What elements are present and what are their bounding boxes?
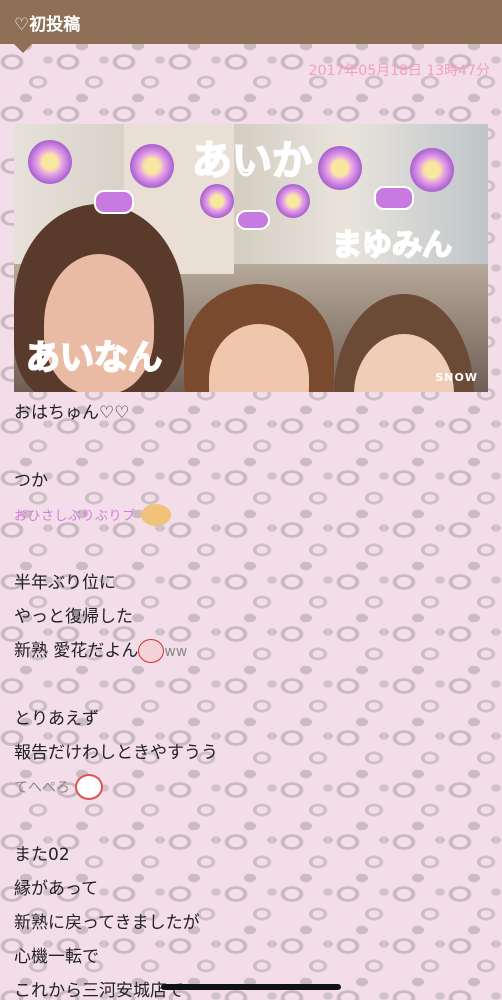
tehepero-text: てへぺろ	[14, 780, 70, 796]
post-header: ♡初投稿	[0, 0, 502, 44]
body-text: 新熟 愛花だよん	[14, 641, 139, 661]
body-line	[14, 430, 484, 464]
sticker-aika: あいか	[191, 137, 313, 185]
header-notch	[14, 44, 32, 53]
body-line: おはちゅん♡♡	[14, 403, 130, 423]
home-indicator[interactable]	[161, 984, 341, 990]
body-line: 報告だけわしときやすうう	[14, 743, 218, 763]
snow-watermark: SNOW	[435, 371, 478, 384]
ears-left-2	[130, 144, 174, 188]
body-line: とりあえず	[14, 709, 99, 729]
post-title: ♡初投稿	[14, 14, 81, 35]
sticker-mayumin: まゆみん	[331, 227, 453, 264]
body-line	[14, 532, 484, 566]
body-line: 半年ぶり位に	[14, 573, 116, 593]
body-line: 心機一転で	[14, 947, 99, 967]
post-date: 2017年05月18日 13時47分	[308, 63, 490, 79]
ears-right-2	[410, 148, 454, 192]
post-body: おはちゅん♡♡ つか おひさしぶりぶりブ 半年ぶり位に やっと復帰した 新熟 愛…	[14, 396, 484, 1000]
body-line: 新熟に戻ってきましたが	[14, 913, 200, 933]
body-line: やっと復帰した	[14, 607, 133, 627]
bow-mid	[236, 210, 270, 230]
ears-left-1	[28, 140, 72, 184]
body-line	[14, 804, 484, 838]
post-photo[interactable]: あいか まゆみん あいなん SNOW	[14, 124, 488, 392]
bow-left	[94, 190, 134, 214]
ears-mid-2	[276, 184, 310, 218]
body-line-deco: おひさしぶりぶりブ	[14, 498, 484, 532]
deco-text: おひさしぶりぶりブ	[14, 509, 136, 524]
body-line: つか	[14, 471, 48, 491]
dog-emoji-icon	[140, 504, 171, 526]
ears-right-1	[318, 146, 362, 190]
bow-right	[374, 186, 414, 210]
sticker-ainan: あいなん	[25, 337, 163, 379]
bear-emoji-icon	[138, 639, 165, 663]
body-line: また02	[14, 845, 70, 865]
face-emoji-icon	[75, 774, 104, 800]
body-line-with-emoji: 新熟 愛花だよん ww	[14, 634, 484, 668]
body-line-deco: てへぺろ	[14, 770, 484, 804]
ww-text: ww	[164, 644, 188, 660]
body-line: 縁があって	[14, 879, 99, 899]
ears-mid-1	[200, 184, 234, 218]
body-line	[14, 668, 484, 702]
